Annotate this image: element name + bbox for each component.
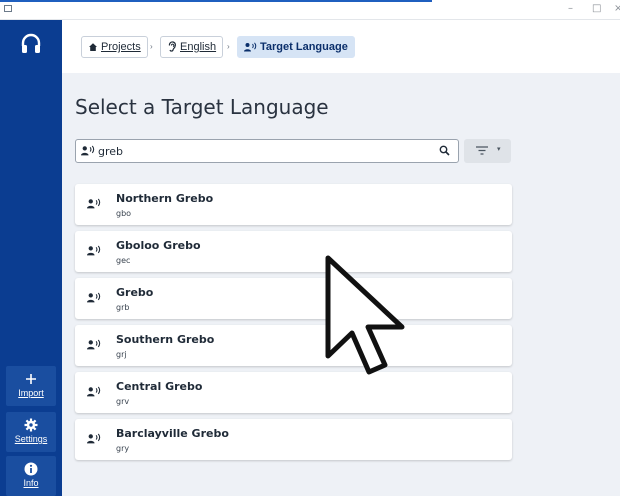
info-icon: [24, 462, 38, 476]
speaker-icon: [87, 433, 101, 444]
search-box[interactable]: [75, 139, 459, 163]
list-item[interactable]: Gboloo Grebo gec: [75, 231, 512, 272]
speaker-icon: [87, 292, 101, 303]
speaker-icon: [87, 245, 101, 256]
breadcrumb-target-language-label: Target Language: [260, 41, 348, 53]
breadcrumb-separator: ›: [150, 42, 153, 51]
settings-label: Settings: [14, 434, 48, 444]
close-button[interactable]: ×: [614, 3, 620, 14]
breadcrumb-english[interactable]: English: [160, 36, 224, 58]
language-code: grj: [116, 350, 127, 359]
search-input[interactable]: [98, 143, 428, 159]
list-item[interactable]: Central Grebo grv: [75, 372, 512, 413]
info-label: Info: [23, 478, 39, 488]
home-icon: [89, 43, 97, 51]
breadcrumb-target-language[interactable]: Target Language: [237, 36, 355, 58]
speaker-icon: [87, 198, 101, 209]
mouse-cursor-icon: [325, 255, 405, 375]
list-item[interactable]: Northern Grebo gbo: [75, 184, 512, 225]
speaker-icon: [244, 42, 257, 52]
sidebar: Import Settings Info: [0, 20, 62, 496]
breadcrumb-projects-label: Projects: [101, 41, 141, 53]
speaker-icon: [87, 386, 101, 397]
app-icon: [4, 5, 12, 12]
window-titlebar: – □ ×: [0, 0, 620, 20]
language-name: Gboloo Grebo: [116, 239, 201, 252]
breadcrumb-projects[interactable]: Projects: [81, 36, 148, 58]
language-code: grb: [116, 303, 130, 312]
minimize-button[interactable]: –: [568, 3, 573, 14]
language-name: Northern Grebo: [116, 192, 214, 205]
language-name: Southern Grebo: [116, 333, 215, 346]
settings-button[interactable]: Settings: [6, 412, 56, 452]
breadcrumb-separator: ›: [227, 42, 230, 51]
filter-button[interactable]: ▾: [464, 139, 511, 163]
language-name: Grebo: [116, 286, 154, 299]
language-code: grv: [116, 397, 130, 406]
language-name: Central Grebo: [116, 380, 203, 393]
breadcrumb: Projects › English › Target Language: [62, 20, 620, 73]
gear-icon: [24, 418, 38, 432]
import-label: Import: [18, 388, 44, 398]
speaker-icon: [87, 339, 101, 350]
language-name: Barclayville Grebo: [116, 427, 229, 440]
maximize-button[interactable]: □: [592, 3, 601, 14]
list-item[interactable]: Barclayville Grebo gry: [75, 419, 512, 460]
import-button[interactable]: Import: [6, 366, 56, 406]
headphones-icon[interactable]: [19, 32, 43, 56]
language-code: gry: [116, 444, 130, 453]
list-item[interactable]: Grebo grb: [75, 278, 512, 319]
speaker-icon: [81, 145, 95, 156]
filter-icon: [476, 146, 488, 155]
page-title: Select a Target Language: [75, 95, 329, 119]
breadcrumb-english-label: English: [180, 41, 217, 53]
search-icon[interactable]: [439, 145, 450, 156]
chevron-down-icon: ▾: [497, 146, 501, 153]
plus-icon: [26, 374, 36, 384]
language-code: gec: [116, 256, 131, 265]
ear-icon: [168, 41, 177, 52]
titlebar-accent: [0, 0, 432, 2]
list-item[interactable]: Southern Grebo grj: [75, 325, 512, 366]
info-button[interactable]: Info: [6, 456, 56, 496]
language-code: gbo: [116, 209, 132, 218]
